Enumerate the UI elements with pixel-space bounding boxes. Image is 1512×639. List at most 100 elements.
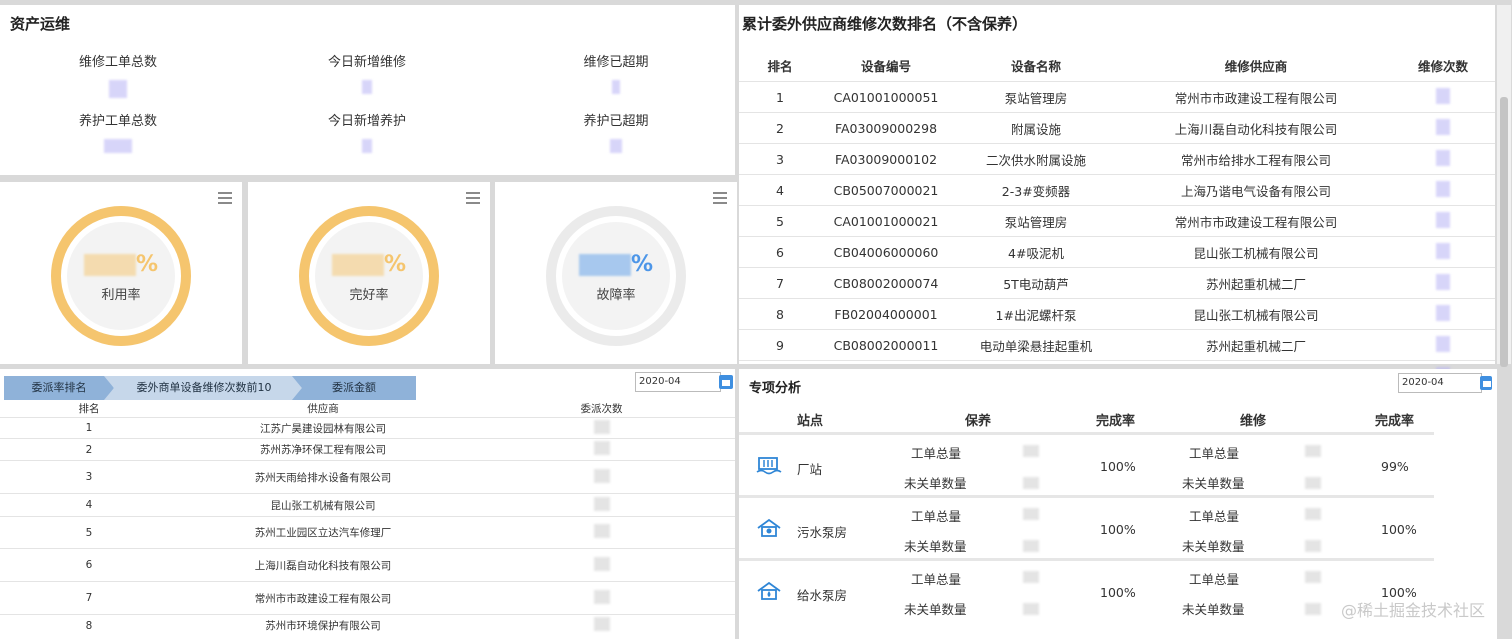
- cell-code: CB05007000021: [821, 174, 951, 206]
- cell-count: [468, 516, 735, 549]
- stat-today-maint: 今日新增养护: [287, 110, 447, 153]
- cell-rank: 3: [0, 460, 178, 494]
- station-row[interactable]: 厂站 工单总量 未关单数量 工单总量 未关单数量 100% 99%: [739, 432, 1434, 496]
- cell-count: [468, 438, 735, 461]
- table-row[interactable]: 5 苏州工业园区立达汽车修理厂: [0, 516, 735, 549]
- count-redacted: [1436, 273, 1450, 290]
- stat-repair-total: 维修工单总数: [38, 51, 198, 98]
- tab-supplier-repair-top10[interactable]: 委外商单设备维修次数前10: [104, 376, 304, 400]
- count-redacted: [1436, 118, 1450, 135]
- calendar-icon[interactable]: [719, 375, 733, 389]
- cell-supplier: 昆山张工机械有限公司: [178, 493, 468, 517]
- table-row[interactable]: 7 CB08002000074 5T电动葫芦 苏州起重机械二厂: [739, 267, 1495, 299]
- col-header-rank: 排名: [78, 403, 100, 415]
- station-row[interactable]: 污水泵房 工单总量 未关单数量 工单总量 未关单数量 100% 100%: [739, 495, 1434, 559]
- cell-name: 电动单梁悬挂起重机: [951, 329, 1121, 361]
- tab-dispatch-amount[interactable]: 委派金额: [292, 376, 416, 400]
- stat-value-redacted: [362, 139, 372, 153]
- cell-name: 泵站管理房: [951, 205, 1121, 237]
- gauge-utilization: % 利用率: [0, 182, 242, 364]
- gauge-label: 利用率: [101, 288, 141, 303]
- table-row[interactable]: 8 苏州市环境保护有限公司: [0, 614, 735, 637]
- scrollbar[interactable]: [1497, 5, 1511, 367]
- col-header-supplier: 维修供应商: [1224, 58, 1288, 74]
- col-header-count: 维修次数: [1417, 58, 1468, 74]
- table-row[interactable]: 3 FA03009000102 二次供水附属设施 常州市给排水工程有限公司: [739, 143, 1495, 175]
- station-row[interactable]: 给水泵房 工单总量 未关单数量 工单总量 未关单数量 100% 100%: [739, 558, 1434, 622]
- menu-icon[interactable]: [466, 192, 480, 207]
- cell-rank: 1: [739, 81, 821, 113]
- col-header-name: 设备名称: [1010, 58, 1061, 74]
- cell-name: 2-3#变频器: [951, 174, 1121, 206]
- count-redacted: [1436, 242, 1450, 259]
- cell-rank: 3: [739, 143, 821, 175]
- gauge-value-redacted: [578, 254, 631, 276]
- value-redacted: [1305, 445, 1321, 457]
- count-redacted: [593, 496, 610, 511]
- cell-code: FB02004000001: [821, 298, 951, 330]
- dispatch-date-input[interactable]: 2020-04: [635, 372, 721, 392]
- cell-rank: 4: [0, 493, 178, 517]
- cell-supplier: 江苏广昊建设园林有限公司: [178, 417, 468, 439]
- stat-repair-overdue: 维修已超期: [536, 51, 696, 94]
- cell-code: FA03009000102: [821, 143, 951, 175]
- table-row[interactable]: 6 CB04006000060 4#吸泥机 昆山张工机械有限公司: [739, 236, 1495, 268]
- cell-rank: 9: [739, 329, 821, 361]
- col-header-count: 委派次数: [580, 403, 623, 415]
- scrollbar-thumb[interactable]: [1500, 97, 1508, 367]
- table-row[interactable]: 5 CA01001000021 泵站管理房 常州市市政建设工程有限公司: [739, 205, 1495, 237]
- count-redacted: [593, 589, 610, 604]
- cell-rank: 2: [0, 438, 178, 461]
- gauge-ring: % 故障率: [546, 206, 686, 346]
- sewage-pump-house-icon: [756, 518, 782, 538]
- table-row[interactable]: 3 苏州天雨给排水设备有限公司: [0, 460, 735, 494]
- table-row[interactable]: 6 上海川磊自动化科技有限公司: [0, 548, 735, 582]
- table-row[interactable]: 9 CB08002000011 电动单梁悬挂起重机 苏州起重机械二厂: [739, 329, 1495, 361]
- table-row[interactable]: 7 常州市市政建设工程有限公司: [0, 581, 735, 615]
- stat-value-redacted: [610, 139, 622, 153]
- gauge-value-redacted: [83, 254, 136, 276]
- cell-supplier: 苏州工业园区立达汽车修理厂: [178, 516, 468, 549]
- value-redacted: [1305, 571, 1321, 583]
- repair-open-label: 未关单数量: [1182, 602, 1245, 617]
- maint-total-label: 工单总量: [911, 572, 962, 587]
- cell-rank: 7: [739, 267, 821, 299]
- cell-supplier: 上海川磊自动化科技有限公司: [1121, 112, 1391, 144]
- table-row[interactable]: 1 江苏广昊建设园林有限公司: [0, 417, 735, 439]
- cell-count: [1391, 298, 1495, 330]
- special-analysis-title: 专项分析: [749, 381, 802, 396]
- table-header-row: 排名 设备编号 设备名称 维修供应商 维修次数: [739, 49, 1495, 82]
- value-redacted: [1023, 603, 1039, 615]
- gauge-label: 故障率: [596, 288, 636, 303]
- tab-dispatch-rate-ranking[interactable]: 委派率排名: [4, 376, 114, 400]
- value-redacted: [1305, 477, 1321, 489]
- cell-supplier: 上海川磊自动化科技有限公司: [178, 548, 468, 582]
- cell-rank: 8: [739, 298, 821, 330]
- menu-icon[interactable]: [218, 192, 232, 207]
- menu-icon[interactable]: [713, 192, 727, 207]
- cell-supplier: 苏州苏净环保工程有限公司: [178, 438, 468, 461]
- cell-count: [1391, 143, 1495, 175]
- table-row[interactable]: 2 苏州苏净环保工程有限公司: [0, 438, 735, 461]
- station-name: 厂站: [797, 462, 823, 477]
- table-row[interactable]: 2 FA03009000298 附属设施 上海川磊自动化科技有限公司: [739, 112, 1495, 144]
- special-date-input[interactable]: 2020-04: [1398, 373, 1482, 393]
- table-row[interactable]: 4 CB05007000021 2-3#变频器 上海乃谐电气设备有限公司: [739, 174, 1495, 206]
- cell-count: [1391, 329, 1495, 361]
- stat-maint-overdue: 养护已超期: [536, 110, 696, 153]
- cell-rank: 8: [0, 614, 178, 637]
- table-row[interactable]: 8 FB02004000001 1#出泥螺杆泵 昆山张工机械有限公司: [739, 298, 1495, 330]
- cell-supplier: 常州市给排水工程有限公司: [1121, 143, 1391, 175]
- station-name: 给水泵房: [797, 588, 848, 603]
- cell-supplier: 昆山张工机械有限公司: [1121, 298, 1391, 330]
- cell-rank: 7: [0, 581, 178, 615]
- table-row[interactable]: 1 CA01001000051 泵站管理房 常州市市政建设工程有限公司: [739, 81, 1495, 113]
- station-name: 污水泵房: [797, 525, 848, 540]
- gauge-percent: %: [309, 252, 429, 277]
- table-row[interactable]: 4 昆山张工机械有限公司: [0, 493, 735, 517]
- cell-rank: 5: [0, 516, 178, 549]
- cell-code: CA01001000021: [821, 205, 951, 237]
- col-header-supplier: 供应商: [307, 403, 339, 415]
- calendar-icon[interactable]: [1480, 376, 1492, 390]
- cell-name: 二次供水附属设施: [951, 143, 1121, 175]
